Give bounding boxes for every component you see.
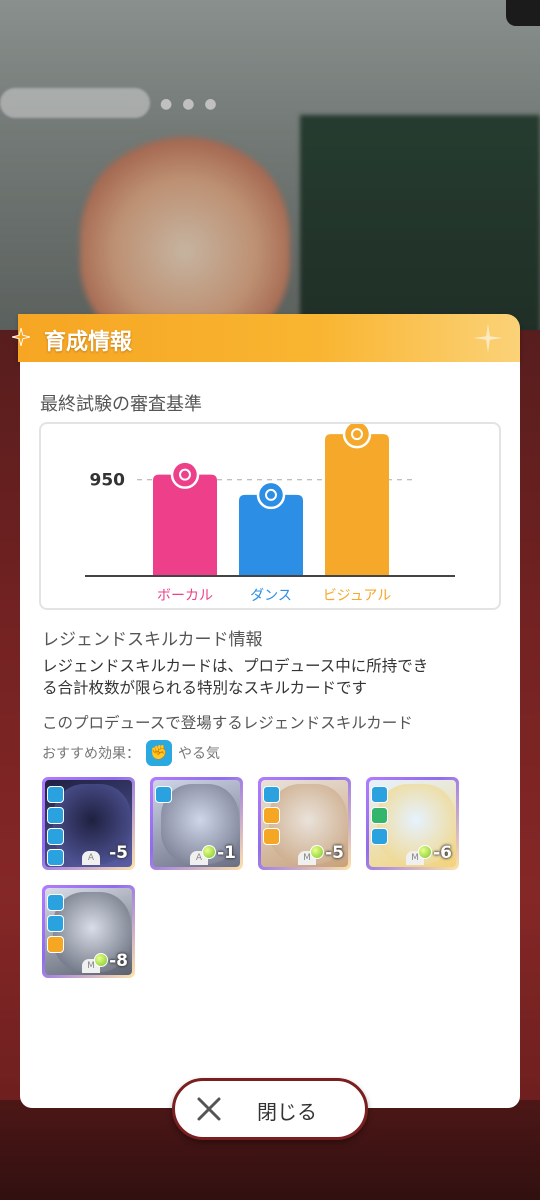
stamina-icon [418,845,433,859]
card-cost-value: -5 [325,843,344,863]
card-frame: M -8 [45,888,132,975]
recommended-label: おすすめ効果： [42,746,140,762]
card-cost: -5 [109,843,128,863]
card-cost: -1 [202,843,236,863]
legend-card[interactable]: M -8 [42,885,135,978]
effect-badge-icon [371,786,388,803]
card-frame: M -5 [261,780,348,867]
effect-badge-icon [47,894,64,911]
card-frame: A -1 [153,780,240,867]
card-effect-badges [47,894,65,953]
decorative-sparkle-icon [473,323,503,353]
effect-badge-icon [371,807,388,824]
legend-card[interactable]: A -1 [150,777,243,870]
effect-badge-icon [47,849,64,866]
legend-card-title: レジェンドスキルカード情報 [42,630,263,650]
category-label-1: ダンス [250,588,292,604]
card-cost-value: -5 [109,843,128,863]
card-effect-badges [263,786,281,845]
card-effect-badges [371,786,389,845]
card-rarity: A [82,851,100,865]
bar-0 [153,474,217,576]
legend-description-line2: る合計枚数が限られる特別なスキルカードです [42,679,368,697]
stamina-icon [310,845,325,859]
exam-criteria-title: 最終試験の審査基準 [40,394,202,415]
card-cost: -5 [310,843,344,863]
close-icon [197,1097,221,1121]
effect-badge-icon [47,936,64,953]
training-info-panel: 最終試験の審査基準 950 ボーカル ダンス ビジュアル レジェンドスキルカード情報 … [20,362,520,1108]
reference-label: 950 [90,471,126,491]
card-effect-badges [155,786,173,803]
card-cost: -8 [94,951,128,971]
card-cost-value: -6 [433,843,452,863]
microphone-icon [170,460,200,489]
stamina-icon [94,953,109,967]
effect-badge-icon [263,786,280,803]
effect-badge-icon [155,786,172,803]
panel-title: 育成情報 [44,330,133,355]
shoe-icon [256,480,286,510]
effect-badge-icon [371,828,388,845]
sparkle-icon [12,328,30,346]
legend-description-line1: レジェンドスキルカードは、プロデュース中に所持でき [42,657,429,675]
card-cost: -6 [418,843,452,863]
panel-header: 育成情報 [12,314,520,362]
card-cost-value: -1 [217,843,236,863]
effect-badge-icon [263,828,280,845]
exam-criteria-chart: 950 ボーカル ダンス ビジュアル [39,419,501,610]
card-frame: M -6 [369,780,456,867]
effect-badge-icon [47,828,64,845]
close-button-label: 閉じる [257,1100,317,1124]
recommended-effect: おすすめ効果： ✊ やる気 [42,739,220,767]
effect-badge-icon [47,807,64,824]
category-label-0: ボーカル [157,588,213,604]
stamina-icon [202,845,217,859]
card-effect-badges [47,786,65,866]
effect-badge-icon [47,786,64,803]
effect-badge-icon [263,807,280,824]
legend-card[interactable]: A -5 [42,777,135,870]
chart-svg: 950 ボーカル ダンス ビジュアル [85,419,455,604]
palette-icon [342,419,372,449]
legend-card[interactable]: M -6 [366,777,459,870]
recommended-value: やる気 [178,746,220,762]
legend-appear-title: このプロデュースで登場するレジェンドスキルカード [42,714,413,732]
card-frame: A -5 [45,780,132,867]
legend-card[interactable]: M -5 [258,777,351,870]
close-button[interactable]: 閉じる [172,1078,368,1140]
bar-2 [325,434,389,576]
category-label-2: ビジュアル [323,588,392,604]
motivation-icon: ✊ [146,740,172,766]
card-cost-value: -8 [109,951,128,971]
effect-badge-icon [47,915,64,932]
